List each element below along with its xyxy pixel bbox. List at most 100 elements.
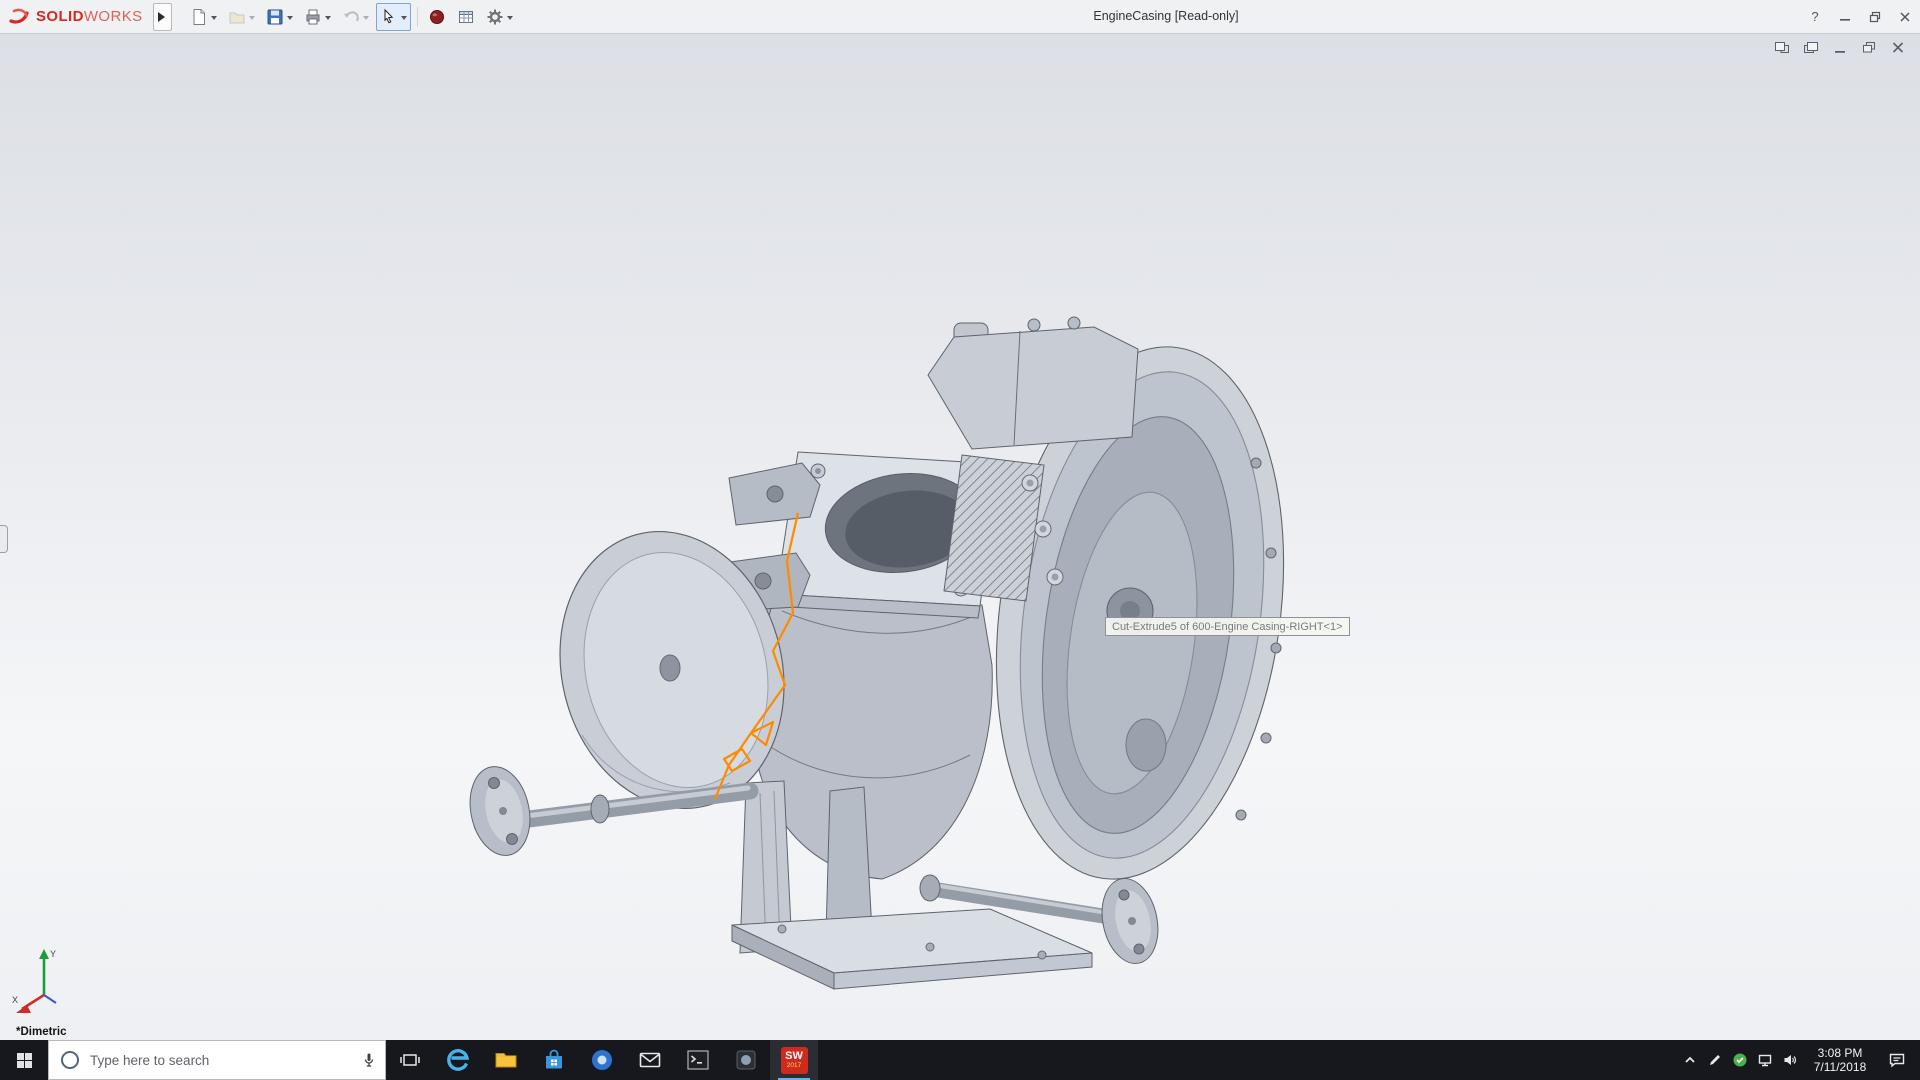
command-prompt-icon — [685, 1047, 711, 1073]
taskbar-item-store[interactable] — [530, 1040, 578, 1080]
hover-tooltip: Cut-Extrude5 of 600-Engine Casing-RIGHT<… — [1105, 617, 1350, 636]
cortana-icon — [61, 1051, 79, 1069]
dropdown-caret — [325, 16, 331, 23]
feature-tree-collapse-handle[interactable] — [0, 525, 8, 553]
appearance-sphere-icon — [428, 8, 446, 26]
dropdown-caret — [507, 16, 513, 23]
doc-minimize-button[interactable] — [1830, 38, 1850, 56]
window-title: EngineCasing [Read-only] — [1093, 0, 1238, 33]
doc-tile-button[interactable] — [1772, 38, 1792, 56]
notification-icon — [1888, 1051, 1906, 1069]
tray-security-item[interactable] — [1727, 1040, 1752, 1080]
open-document-icon — [228, 8, 246, 26]
task-view-icon — [398, 1048, 422, 1072]
action-center-button[interactable] — [1878, 1040, 1916, 1080]
close-button[interactable] — [1890, 0, 1920, 33]
engine-casing-model[interactable] — [430, 313, 1290, 1033]
doc-cascade-button[interactable] — [1801, 38, 1821, 56]
triad-x-label: X — [12, 995, 18, 1005]
dropdown-caret — [401, 16, 407, 23]
solidworks-logo-mark — [8, 6, 32, 28]
taskbar-search[interactable] — [48, 1040, 386, 1080]
select-cursor-icon — [380, 8, 398, 26]
app-titlebar: SOLIDWORKS — [0, 0, 1920, 34]
edge-browser-icon — [445, 1047, 471, 1073]
graphics-area[interactable]: Cut-Extrude5 of 600-Engine Casing-RIGHT<… — [0, 33, 1920, 1040]
speaker-icon — [1782, 1052, 1798, 1068]
taskbar-item-file-explorer[interactable] — [482, 1040, 530, 1080]
doc-restore-button[interactable] — [1859, 38, 1879, 56]
taskbar-item-solidworks[interactable]: SW 2017 — [770, 1040, 818, 1080]
restore-icon — [1861, 40, 1877, 55]
taskbar-item-command-prompt[interactable] — [674, 1040, 722, 1080]
gear-icon — [486, 8, 504, 26]
tray-volume-item[interactable] — [1777, 1040, 1802, 1080]
taskbar-item-task-view[interactable] — [386, 1040, 434, 1080]
store-icon — [541, 1047, 567, 1073]
print-button[interactable] — [300, 3, 335, 31]
quick-access-toolbar — [186, 3, 517, 31]
triad-y-label: Y — [50, 949, 56, 959]
taskbar-item-dark-app[interactable] — [722, 1040, 770, 1080]
minimize-button[interactable] — [1830, 0, 1860, 33]
help-button[interactable]: ? — [1800, 0, 1830, 33]
top-gearbox — [928, 317, 1138, 449]
doc-close-button[interactable] — [1888, 38, 1908, 56]
solidworks-logo: SOLIDWORKS — [0, 6, 151, 28]
maximize-button[interactable] — [1860, 0, 1890, 33]
open-document-button[interactable] — [224, 3, 259, 31]
logo-text-solid: SOLID — [36, 8, 84, 25]
taskbar-item-edge[interactable] — [434, 1040, 482, 1080]
tray-time: 3:08 PM — [1818, 1046, 1863, 1060]
close-icon — [1890, 40, 1906, 55]
toolbar-separator — [417, 7, 418, 27]
edit-appearance-button[interactable] — [424, 3, 450, 31]
close-icon — [1899, 11, 1911, 23]
dropdown-caret — [287, 16, 293, 23]
ink-pen-icon — [1707, 1052, 1723, 1068]
dark-app-icon — [733, 1047, 759, 1073]
dropdown-caret — [211, 16, 217, 23]
print-icon — [304, 8, 322, 26]
windows-logo-icon — [17, 1053, 32, 1068]
document-window-controls — [1772, 38, 1908, 56]
save-icon — [266, 8, 284, 26]
sw-badge-text: SW — [785, 1051, 803, 1062]
sw-badge-year: 2017 — [787, 1063, 801, 1070]
minimize-icon — [1832, 40, 1848, 55]
orientation-triad: Y X — [10, 941, 90, 1027]
microphone-icon[interactable] — [361, 1052, 377, 1068]
undo-button[interactable] — [338, 3, 373, 31]
cascade-window-icon — [1803, 40, 1819, 55]
minimize-icon — [1839, 11, 1851, 23]
options-button[interactable] — [482, 3, 517, 31]
show-hidden-icons-button[interactable] — [1677, 1040, 1702, 1080]
new-document-button[interactable] — [186, 3, 221, 31]
tile-window-icon — [1774, 40, 1790, 55]
windows-taskbar: SW 2017 — [0, 1040, 1920, 1080]
tray-clock[interactable]: 3:08 PM 7/11/2018 — [1802, 1040, 1878, 1080]
logo-text-works: WORKS — [84, 8, 143, 25]
view-orientation-label: *Dimetric — [16, 1026, 67, 1038]
search-input[interactable] — [88, 1052, 352, 1069]
mail-icon — [637, 1047, 663, 1073]
taskbar-item-mail[interactable] — [626, 1040, 674, 1080]
green-status-icon — [1732, 1052, 1748, 1068]
tray-network-item[interactable] — [1752, 1040, 1777, 1080]
new-document-icon — [190, 8, 208, 26]
tray-pen-item[interactable] — [1702, 1040, 1727, 1080]
taskbar-item-blue-circle-app[interactable] — [578, 1040, 626, 1080]
start-button[interactable] — [0, 1040, 48, 1080]
menu-flyout-button[interactable] — [153, 3, 172, 31]
restore-icon — [1869, 11, 1881, 23]
design-table-icon — [457, 8, 475, 26]
save-button[interactable] — [262, 3, 297, 31]
tray-date: 7/11/2018 — [1814, 1060, 1867, 1074]
window-controls: ? — [1800, 0, 1920, 33]
file-explorer-icon — [493, 1047, 519, 1073]
design-table-button[interactable] — [453, 3, 479, 31]
system-tray: 3:08 PM 7/11/2018 — [1677, 1040, 1920, 1080]
undo-icon — [342, 8, 360, 26]
chevron-up-icon — [1682, 1052, 1698, 1068]
select-button[interactable] — [376, 3, 411, 31]
